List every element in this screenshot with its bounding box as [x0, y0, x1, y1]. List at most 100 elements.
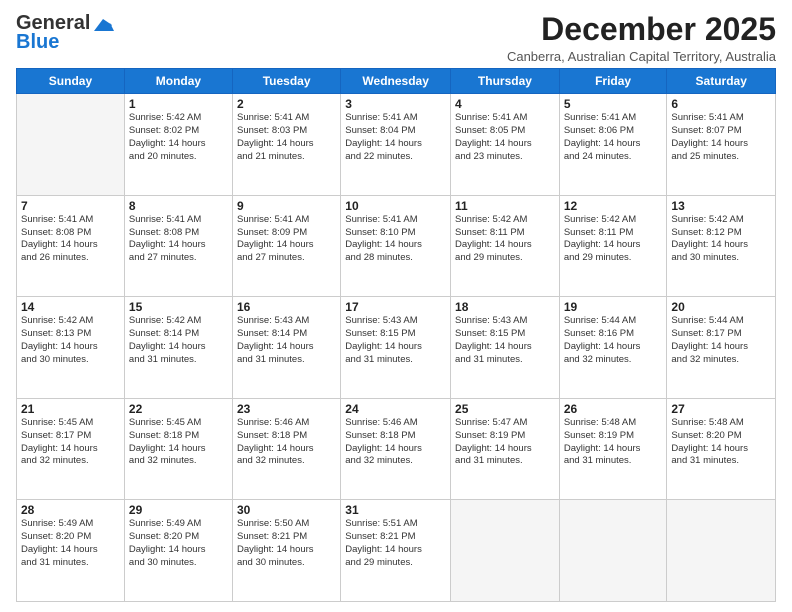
day-info: Sunrise: 5:42 AMSunset: 8:11 PMDaylight:…: [564, 214, 663, 265]
day-info: Sunrise: 5:41 AMSunset: 8:09 PMDaylight:…: [237, 214, 336, 265]
day-info: Sunrise: 5:41 AMSunset: 8:05 PMDaylight:…: [455, 112, 555, 163]
day-info: Sunrise: 5:42 AMSunset: 8:02 PMDaylight:…: [129, 112, 228, 163]
day-number: 9: [237, 199, 336, 213]
day-number: 6: [671, 97, 771, 111]
day-number: 13: [671, 199, 771, 213]
calendar-cell: 5Sunrise: 5:41 AMSunset: 8:06 PMDaylight…: [559, 94, 667, 196]
calendar-cell: 16Sunrise: 5:43 AMSunset: 8:14 PMDayligh…: [232, 297, 340, 399]
day-number: 17: [345, 300, 446, 314]
calendar-cell: 31Sunrise: 5:51 AMSunset: 8:21 PMDayligh…: [341, 500, 451, 602]
header: General Blue December 2025 Canberra, Aus…: [16, 12, 776, 64]
calendar-cell: 17Sunrise: 5:43 AMSunset: 8:15 PMDayligh…: [341, 297, 451, 399]
day-info: Sunrise: 5:42 AMSunset: 8:11 PMDaylight:…: [455, 214, 555, 265]
calendar-cell: 10Sunrise: 5:41 AMSunset: 8:10 PMDayligh…: [341, 195, 451, 297]
day-number: 29: [129, 503, 228, 517]
calendar-cell: 30Sunrise: 5:50 AMSunset: 8:21 PMDayligh…: [232, 500, 340, 602]
calendar-cell: 24Sunrise: 5:46 AMSunset: 8:18 PMDayligh…: [341, 398, 451, 500]
day-info: Sunrise: 5:41 AMSunset: 8:08 PMDaylight:…: [129, 214, 228, 265]
day-number: 2: [237, 97, 336, 111]
day-number: 22: [129, 402, 228, 416]
calendar-cell: 20Sunrise: 5:44 AMSunset: 8:17 PMDayligh…: [667, 297, 776, 399]
day-info: Sunrise: 5:42 AMSunset: 8:14 PMDaylight:…: [129, 315, 228, 366]
day-info: Sunrise: 5:47 AMSunset: 8:19 PMDaylight:…: [455, 417, 555, 468]
calendar-cell: 2Sunrise: 5:41 AMSunset: 8:03 PMDaylight…: [232, 94, 340, 196]
calendar-cell: 3Sunrise: 5:41 AMSunset: 8:04 PMDaylight…: [341, 94, 451, 196]
day-number: 8: [129, 199, 228, 213]
main-title: December 2025: [507, 12, 776, 47]
subtitle: Canberra, Australian Capital Territory, …: [507, 49, 776, 64]
calendar-header-monday: Monday: [124, 69, 232, 94]
day-info: Sunrise: 5:42 AMSunset: 8:13 PMDaylight:…: [21, 315, 120, 366]
day-info: Sunrise: 5:48 AMSunset: 8:20 PMDaylight:…: [671, 417, 771, 468]
day-number: 23: [237, 402, 336, 416]
calendar-cell: 11Sunrise: 5:42 AMSunset: 8:11 PMDayligh…: [451, 195, 560, 297]
calendar-cell: 7Sunrise: 5:41 AMSunset: 8:08 PMDaylight…: [17, 195, 125, 297]
calendar-cell: 21Sunrise: 5:45 AMSunset: 8:17 PMDayligh…: [17, 398, 125, 500]
day-info: Sunrise: 5:42 AMSunset: 8:12 PMDaylight:…: [671, 214, 771, 265]
day-info: Sunrise: 5:41 AMSunset: 8:08 PMDaylight:…: [21, 214, 120, 265]
calendar-header-thursday: Thursday: [451, 69, 560, 94]
day-number: 24: [345, 402, 446, 416]
calendar-cell: 12Sunrise: 5:42 AMSunset: 8:11 PMDayligh…: [559, 195, 667, 297]
day-number: 25: [455, 402, 555, 416]
calendar-cell: 19Sunrise: 5:44 AMSunset: 8:16 PMDayligh…: [559, 297, 667, 399]
day-number: 27: [671, 402, 771, 416]
calendar-cell: 23Sunrise: 5:46 AMSunset: 8:18 PMDayligh…: [232, 398, 340, 500]
day-number: 12: [564, 199, 663, 213]
day-info: Sunrise: 5:50 AMSunset: 8:21 PMDaylight:…: [237, 518, 336, 569]
calendar-header-wednesday: Wednesday: [341, 69, 451, 94]
calendar-table: SundayMondayTuesdayWednesdayThursdayFrid…: [16, 68, 776, 602]
day-number: 31: [345, 503, 446, 517]
calendar-cell: [667, 500, 776, 602]
title-block: December 2025 Canberra, Australian Capit…: [507, 12, 776, 64]
day-info: Sunrise: 5:44 AMSunset: 8:16 PMDaylight:…: [564, 315, 663, 366]
day-number: 28: [21, 503, 120, 517]
day-info: Sunrise: 5:43 AMSunset: 8:15 PMDaylight:…: [455, 315, 555, 366]
day-info: Sunrise: 5:43 AMSunset: 8:14 PMDaylight:…: [237, 315, 336, 366]
calendar-cell: 6Sunrise: 5:41 AMSunset: 8:07 PMDaylight…: [667, 94, 776, 196]
day-info: Sunrise: 5:48 AMSunset: 8:19 PMDaylight:…: [564, 417, 663, 468]
day-info: Sunrise: 5:49 AMSunset: 8:20 PMDaylight:…: [129, 518, 228, 569]
day-info: Sunrise: 5:46 AMSunset: 8:18 PMDaylight:…: [345, 417, 446, 468]
logo-blue: Blue: [16, 31, 59, 54]
day-number: 19: [564, 300, 663, 314]
calendar-week-1: 1Sunrise: 5:42 AMSunset: 8:02 PMDaylight…: [17, 94, 776, 196]
calendar-header-tuesday: Tuesday: [232, 69, 340, 94]
calendar-cell: 18Sunrise: 5:43 AMSunset: 8:15 PMDayligh…: [451, 297, 560, 399]
calendar-cell: [17, 94, 125, 196]
day-info: Sunrise: 5:44 AMSunset: 8:17 PMDaylight:…: [671, 315, 771, 366]
day-number: 7: [21, 199, 120, 213]
day-info: Sunrise: 5:45 AMSunset: 8:17 PMDaylight:…: [21, 417, 120, 468]
calendar-cell: 29Sunrise: 5:49 AMSunset: 8:20 PMDayligh…: [124, 500, 232, 602]
day-info: Sunrise: 5:41 AMSunset: 8:10 PMDaylight:…: [345, 214, 446, 265]
day-number: 21: [21, 402, 120, 416]
day-info: Sunrise: 5:41 AMSunset: 8:06 PMDaylight:…: [564, 112, 663, 163]
calendar-cell: 4Sunrise: 5:41 AMSunset: 8:05 PMDaylight…: [451, 94, 560, 196]
day-number: 10: [345, 199, 446, 213]
day-info: Sunrise: 5:46 AMSunset: 8:18 PMDaylight:…: [237, 417, 336, 468]
day-info: Sunrise: 5:41 AMSunset: 8:07 PMDaylight:…: [671, 112, 771, 163]
calendar-header-saturday: Saturday: [667, 69, 776, 94]
calendar-week-2: 7Sunrise: 5:41 AMSunset: 8:08 PMDaylight…: [17, 195, 776, 297]
page: General Blue December 2025 Canberra, Aus…: [0, 0, 792, 612]
day-info: Sunrise: 5:41 AMSunset: 8:04 PMDaylight:…: [345, 112, 446, 163]
calendar-header-friday: Friday: [559, 69, 667, 94]
day-number: 20: [671, 300, 771, 314]
calendar-cell: 25Sunrise: 5:47 AMSunset: 8:19 PMDayligh…: [451, 398, 560, 500]
calendar-cell: 14Sunrise: 5:42 AMSunset: 8:13 PMDayligh…: [17, 297, 125, 399]
day-number: 30: [237, 503, 336, 517]
calendar-cell: 28Sunrise: 5:49 AMSunset: 8:20 PMDayligh…: [17, 500, 125, 602]
day-number: 15: [129, 300, 228, 314]
calendar-week-4: 21Sunrise: 5:45 AMSunset: 8:17 PMDayligh…: [17, 398, 776, 500]
day-number: 5: [564, 97, 663, 111]
calendar-header-sunday: Sunday: [17, 69, 125, 94]
day-number: 16: [237, 300, 336, 314]
calendar-cell: [451, 500, 560, 602]
day-number: 4: [455, 97, 555, 111]
day-number: 18: [455, 300, 555, 314]
day-number: 14: [21, 300, 120, 314]
day-info: Sunrise: 5:45 AMSunset: 8:18 PMDaylight:…: [129, 417, 228, 468]
calendar-week-5: 28 Sunrise: 5:49 AMSunset: 8:20 PMDayligh…: [17, 500, 776, 602]
day-number: 3: [345, 97, 446, 111]
calendar-cell: 26Sunrise: 5:48 AMSunset: 8:19 PMDayligh…: [559, 398, 667, 500]
